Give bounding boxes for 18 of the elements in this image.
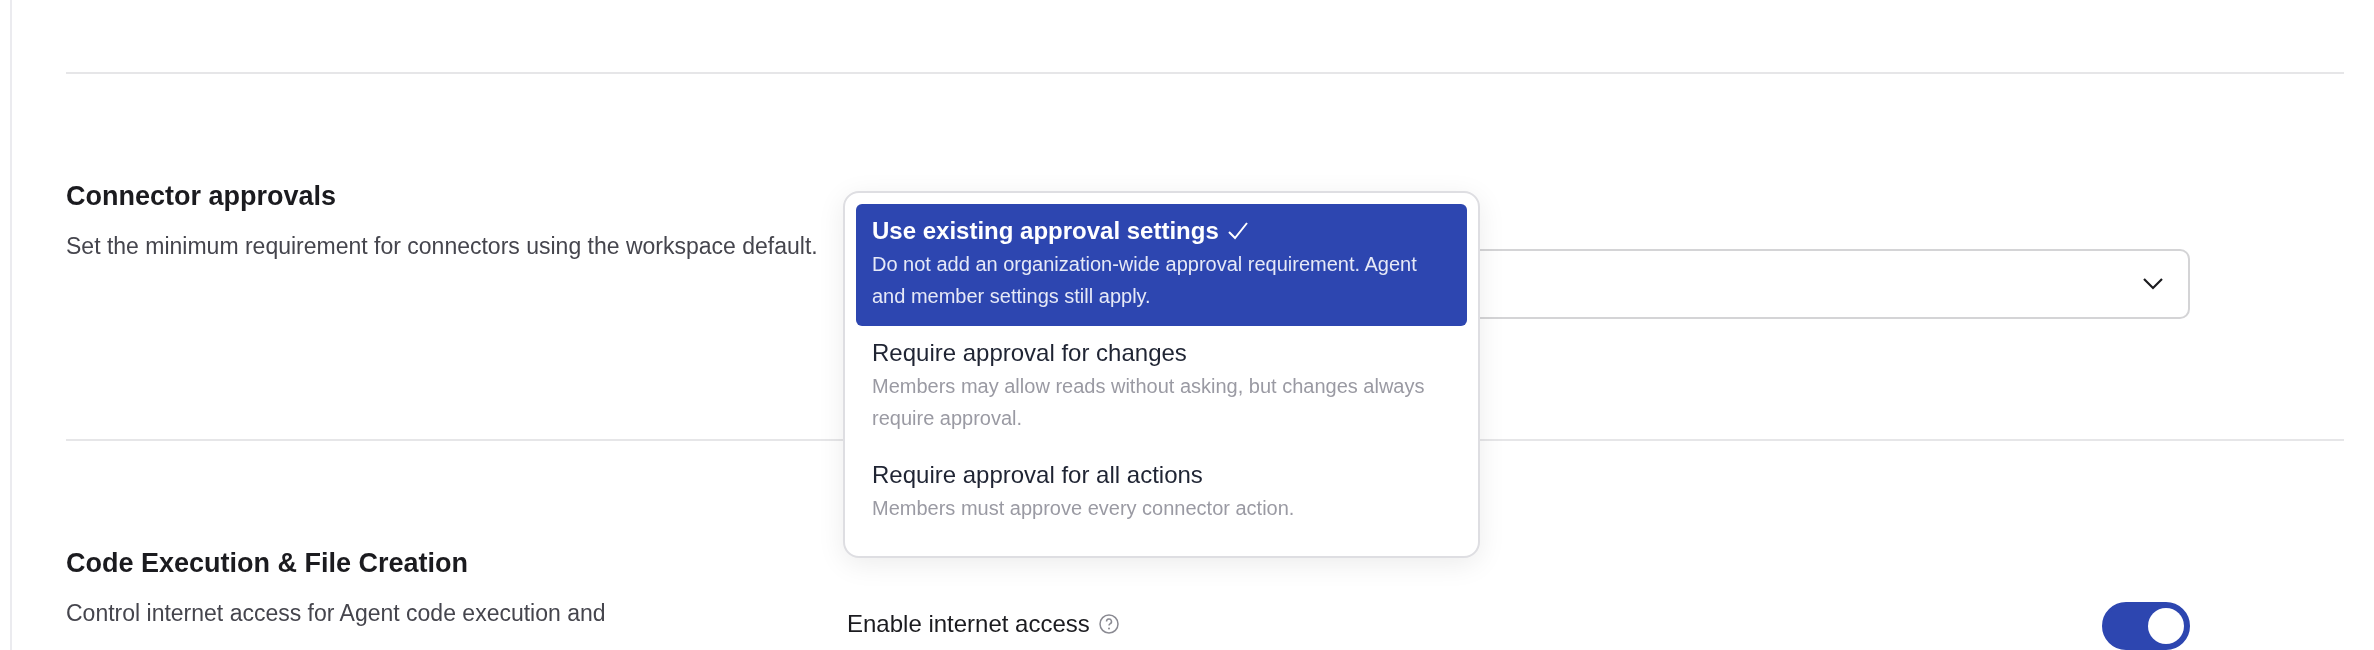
option-label: Require approval for all actions bbox=[872, 460, 1203, 490]
check-icon bbox=[1226, 221, 1249, 241]
section-title: Code Execution & File Creation bbox=[66, 547, 470, 580]
option-description: Members may allow reads without asking, but changes always require approval. bbox=[872, 374, 1426, 431]
option-label: Require approval for changes bbox=[872, 338, 1187, 368]
help-icon bbox=[1097, 613, 1120, 635]
setting-label: Enable internet access bbox=[847, 609, 1090, 639]
section-title: Connector approvals bbox=[66, 180, 338, 213]
toggle-switch[interactable] bbox=[2102, 602, 2190, 650]
chevron-down-icon bbox=[2142, 277, 2164, 291]
menu-option[interactable]: Require approval for all actions Members must approve every connector action. bbox=[856, 448, 1467, 538]
menu-option[interactable]: Use existing approval settings Do not add an organization-wide approval requirement. Agent and member settings still apply. bbox=[856, 204, 1467, 326]
menu-option[interactable]: Require approval for changes Members may allow reads without asking, but changes always require approval. bbox=[856, 326, 1467, 448]
option-description: Do not add an organization-wide approval requirement. Agent and member settings still apply. bbox=[872, 252, 1418, 309]
option-label: Use existing approval settings bbox=[872, 216, 1219, 246]
section-description: Control internet access for Agent code execution and bbox=[66, 599, 607, 628]
section-description: Set the minimum requirement for connectors using the workspace default. bbox=[66, 232, 819, 261]
option-description: Members must approve every connector action. bbox=[872, 496, 1296, 521]
